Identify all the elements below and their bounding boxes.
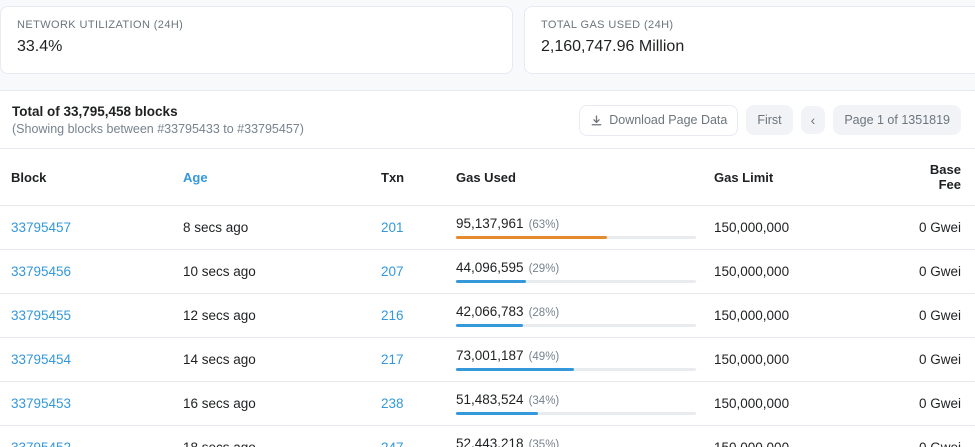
chevron-left-icon: ‹ bbox=[811, 115, 816, 125]
txn-count-link[interactable]: 201 bbox=[381, 220, 404, 235]
gas-used-percent: (63%) bbox=[529, 219, 560, 231]
total-gas-used-value: 2,160,747.96 Million bbox=[541, 38, 959, 56]
age-value: 16 secs ago bbox=[183, 396, 256, 411]
list-header: Total of 33,795,458 blocks (Showing bloc… bbox=[0, 91, 975, 148]
table-row: 33795453 16 secs ago 238 51,483,524 (34%) 150… bbox=[0, 382, 975, 426]
gas-used-value: 44,096,595 bbox=[456, 260, 524, 275]
gas-limit-value: 150,000,000 bbox=[714, 264, 789, 279]
column-header-block: Block bbox=[0, 149, 175, 206]
showing-blocks-text: (Showing blocks between #33795433 to #33… bbox=[12, 122, 304, 136]
gas-limit-value: 150,000,000 bbox=[714, 396, 789, 411]
stats-row: NETWORK UTILIZATION (24H) 33.4% TOTAL GA… bbox=[0, 0, 975, 74]
block-link[interactable]: 33795457 bbox=[11, 220, 71, 235]
gas-used-bar bbox=[456, 280, 696, 283]
blocks-table: Block Age Txn Gas Used Gas Limit Base Fe… bbox=[0, 148, 975, 447]
txn-count-link[interactable]: 238 bbox=[381, 396, 404, 411]
base-fee-value: 0 Gwei bbox=[919, 308, 961, 323]
age-value: 18 secs ago bbox=[183, 440, 256, 447]
block-link[interactable]: 33795456 bbox=[11, 264, 71, 279]
gas-used-percent: (28%) bbox=[529, 307, 560, 319]
column-header-age[interactable]: Age bbox=[175, 149, 373, 206]
base-fee-value: 0 Gwei bbox=[919, 352, 961, 367]
total-blocks-text: Total of 33,795,458 blocks bbox=[12, 104, 304, 119]
gas-used-value: 52,443,218 bbox=[456, 436, 524, 447]
download-page-data-button[interactable]: Download Page Data bbox=[579, 105, 738, 136]
gas-limit-value: 150,000,000 bbox=[714, 352, 789, 367]
gas-used-bar-fill bbox=[456, 412, 538, 415]
gas-used-percent: (35%) bbox=[529, 439, 560, 447]
table-head: Block Age Txn Gas Used Gas Limit Base Fe… bbox=[0, 149, 975, 206]
total-gas-used-label: TOTAL GAS USED (24H) bbox=[541, 19, 959, 31]
gas-limit-value: 150,000,000 bbox=[714, 440, 789, 447]
header-actions: Download Page Data First ‹ Page 1 of 135… bbox=[579, 105, 961, 136]
base-fee-value: 0 Gwei bbox=[919, 220, 961, 235]
block-link[interactable]: 33795455 bbox=[11, 308, 71, 323]
download-icon bbox=[590, 114, 603, 127]
table-row: 33795452 18 secs ago 247 52,443,218 (35%) 150… bbox=[0, 426, 975, 447]
pagination-prev-button[interactable]: ‹ bbox=[801, 106, 826, 134]
pagination-first-button[interactable]: First bbox=[746, 105, 792, 136]
column-header-base-fee: Base Fee bbox=[896, 149, 975, 206]
age-value: 8 secs ago bbox=[183, 220, 248, 235]
gas-used-value: 51,483,524 bbox=[456, 392, 524, 407]
base-fee-value: 0 Gwei bbox=[919, 264, 961, 279]
network-utilization-card: NETWORK UTILIZATION (24H) 33.4% bbox=[0, 6, 513, 74]
gas-used-bar-fill bbox=[456, 236, 607, 239]
block-link[interactable]: 33795453 bbox=[11, 396, 71, 411]
gas-used-value: 95,137,961 bbox=[456, 216, 524, 231]
network-utilization-value: 33.4% bbox=[17, 38, 496, 56]
age-value: 12 secs ago bbox=[183, 308, 256, 323]
gas-used-percent: (29%) bbox=[529, 263, 560, 275]
txn-count-link[interactable]: 217 bbox=[381, 352, 404, 367]
gas-used-bar bbox=[456, 368, 696, 371]
total-gas-used-card: TOTAL GAS USED (24H) 2,160,747.96 Millio… bbox=[524, 6, 975, 74]
pagination-page-indicator[interactable]: Page 1 of 1351819 bbox=[833, 105, 961, 136]
download-button-label: Download Page Data bbox=[609, 114, 727, 127]
txn-count-link[interactable]: 207 bbox=[381, 264, 404, 279]
table-row: 33795454 14 secs ago 217 73,001,187 (49%) 150… bbox=[0, 338, 975, 382]
block-link[interactable]: 33795452 bbox=[11, 440, 71, 447]
txn-count-link[interactable]: 216 bbox=[381, 308, 404, 323]
gas-limit-value: 150,000,000 bbox=[714, 308, 789, 323]
gas-used-percent: (49%) bbox=[529, 351, 560, 363]
column-header-txn: Txn bbox=[373, 149, 448, 206]
gas-used-bar bbox=[456, 412, 696, 415]
table-row: 33795457 8 secs ago 201 95,137,961 (63%) 150,… bbox=[0, 206, 975, 250]
gas-limit-value: 150,000,000 bbox=[714, 220, 789, 235]
base-fee-value: 0 Gwei bbox=[919, 396, 961, 411]
list-header-text: Total of 33,795,458 blocks (Showing bloc… bbox=[12, 104, 304, 136]
blocks-tbody: 33795457 8 secs ago 201 95,137,961 (63%) 150,… bbox=[0, 206, 975, 447]
column-header-gas-limit: Gas Limit bbox=[706, 149, 896, 206]
age-value: 10 secs ago bbox=[183, 264, 256, 279]
gas-used-value: 42,066,783 bbox=[456, 304, 524, 319]
txn-count-link[interactable]: 247 bbox=[381, 440, 404, 447]
network-utilization-label: NETWORK UTILIZATION (24H) bbox=[17, 19, 496, 31]
age-value: 14 secs ago bbox=[183, 352, 256, 367]
table-row: 33795455 12 secs ago 216 42,066,783 (28%) 150… bbox=[0, 294, 975, 338]
gas-used-bar bbox=[456, 324, 696, 327]
gas-used-bar-fill bbox=[456, 324, 523, 327]
block-link[interactable]: 33795454 bbox=[11, 352, 71, 367]
gas-used-bar-fill bbox=[456, 280, 526, 283]
blocks-table-card: Total of 33,795,458 blocks (Showing bloc… bbox=[0, 90, 975, 447]
gas-used-value: 73,001,187 bbox=[456, 348, 524, 363]
base-fee-value: 0 Gwei bbox=[919, 440, 961, 447]
gas-used-bar-fill bbox=[456, 368, 574, 371]
table-row: 33795456 10 secs ago 207 44,096,595 (29%) 150… bbox=[0, 250, 975, 294]
gas-used-percent: (34%) bbox=[529, 395, 560, 407]
gas-used-bar bbox=[456, 236, 696, 239]
column-header-gas-used: Gas Used bbox=[448, 149, 706, 206]
